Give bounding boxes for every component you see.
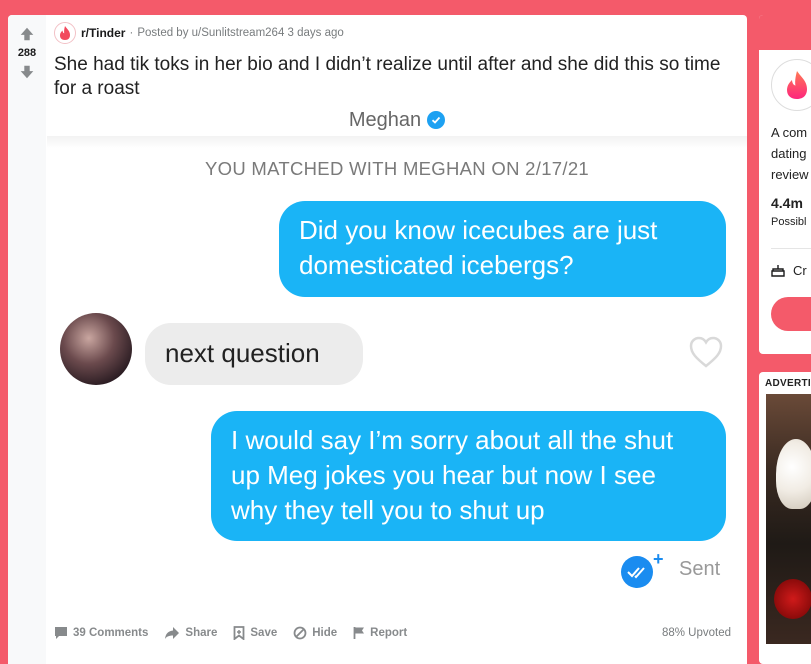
- message-bubble-sent: I would say I’m sorry about all the shut…: [211, 411, 726, 541]
- save-label: Save: [250, 627, 278, 639]
- match-name: Meghan: [348, 108, 422, 131]
- meta-separator: ·: [129, 27, 134, 39]
- post-actions: 39 Comments Share Save Hide Report 88% U…: [54, 623, 731, 643]
- plus-icon: +: [653, 549, 664, 569]
- hide-icon: [293, 626, 307, 640]
- double-check-icon: [621, 556, 653, 588]
- community-description: A com dating review: [771, 125, 809, 182]
- sidebar-divider: [771, 248, 811, 249]
- comments-label: 39 Comments: [73, 627, 149, 639]
- member-count-label: Possibl: [771, 216, 807, 228]
- vote-column: 288: [8, 15, 46, 664]
- created-date: Cr: [771, 263, 807, 278]
- matched-date-text: YOU MATCHED WITH MEGHAN ON 2/17/21: [204, 158, 590, 179]
- upvote-icon[interactable]: [18, 25, 36, 43]
- comments-button[interactable]: 39 Comments: [54, 626, 148, 640]
- created-label: Cr: [793, 263, 807, 278]
- sidebar-banner: [759, 15, 811, 50]
- comment-icon: [55, 627, 67, 639]
- ad-image[interactable]: [766, 394, 811, 644]
- cake-icon: [771, 265, 785, 277]
- ad-flower-white: [776, 439, 811, 509]
- post-title[interactable]: She had tik toks in her bio and I didn’t…: [54, 53, 747, 101]
- share-icon: [165, 627, 180, 639]
- header-divider: [47, 136, 747, 148]
- conversation-screenshot: Meghan YOU MATCHED WITH MEGHAN ON 2/17/2…: [47, 109, 747, 620]
- ad-label: ADVERTI: [765, 378, 811, 389]
- bookmark-icon: [233, 626, 245, 640]
- tinder-flame-icon[interactable]: [54, 22, 76, 44]
- avatar: [60, 313, 132, 385]
- heart-icon[interactable]: [688, 335, 724, 369]
- save-button[interactable]: Save: [233, 626, 277, 640]
- verified-badge-icon: [427, 111, 446, 129]
- flag-icon: [353, 627, 365, 639]
- ad-flower-red: [774, 579, 811, 619]
- posted-by[interactable]: Posted by u/Sunlitstream264 3 days ago: [137, 27, 344, 39]
- vote-score: 288: [17, 47, 37, 59]
- report-label: Report: [370, 627, 408, 639]
- community-sidebar: A com dating review 4.4m Possibl Cr: [759, 15, 811, 354]
- share-button[interactable]: Share: [164, 626, 217, 640]
- member-count: 4.4m: [771, 195, 803, 211]
- chat-header: Meghan: [47, 104, 747, 136]
- report-button[interactable]: Report: [353, 626, 407, 640]
- message-bubble-received: next question: [145, 323, 363, 385]
- hide-button[interactable]: Hide: [293, 626, 337, 640]
- post-meta: r/Tinder · Posted by u/Sunlitstream264 3…: [54, 15, 747, 51]
- tinder-logo-icon[interactable]: [771, 59, 811, 111]
- downvote-icon[interactable]: [18, 63, 36, 81]
- sent-status: Sent: [679, 558, 721, 580]
- subreddit-link[interactable]: r/Tinder: [81, 26, 125, 40]
- post-card: 288 r/Tinder · Posted by u/Sunlitstream2…: [8, 15, 747, 664]
- hide-label: Hide: [312, 627, 338, 639]
- message-bubble-sent: Did you know icecubes are just domestica…: [279, 201, 726, 297]
- advertisement-panel: ADVERTI: [759, 372, 811, 664]
- join-button[interactable]: [771, 297, 811, 331]
- upvote-ratio: 88% Upvoted: [661, 627, 731, 639]
- share-label: Share: [185, 627, 218, 639]
